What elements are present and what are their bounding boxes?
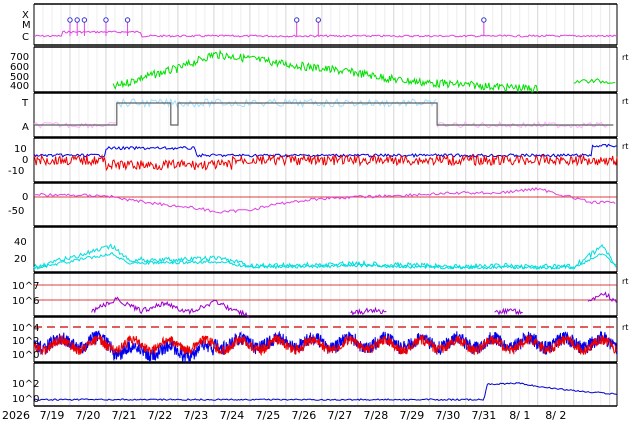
- sector-tick-a: A: [22, 122, 29, 133]
- right-marker-speed: rt: [622, 53, 628, 62]
- xray-tick-c: C: [22, 32, 29, 43]
- x-tick-label: 7/20: [76, 409, 101, 422]
- x-tick-label: 7/31: [471, 409, 496, 422]
- bfield-tick-0: 0: [22, 155, 28, 166]
- proton-tick-1e2: 10^2: [12, 336, 39, 347]
- right-marker-sector: rt: [622, 97, 628, 106]
- right-markers: rt rt rt rt rt: [622, 53, 628, 332]
- density-tick-40: 40: [14, 237, 27, 248]
- solar-wind-speed-line: [112, 49, 538, 94]
- x-axis: 2026 7/19 7/20 7/21 7/22 7/23 7/24 7/25 7/26 7/2…: [2, 409, 566, 422]
- flare-event-marker: [81, 17, 88, 23]
- flare-event-marker: [315, 17, 322, 23]
- electron-flux-line: [587, 291, 617, 303]
- highenergy-tick-1e0: 10^0: [12, 394, 39, 405]
- angle-line: [33, 186, 616, 214]
- panels: [33, 3, 618, 407]
- flare-event-marker: [481, 17, 487, 23]
- highenergy-tick-1e2: 10^2: [12, 379, 39, 390]
- flare-event-marker: [74, 17, 80, 23]
- density-tick-20: 20: [14, 254, 27, 265]
- y-tick-labels: X M C 700 600 500 400 T A 10 0 -10 0 -50…: [8, 10, 39, 405]
- speed-tick-400: 400: [10, 81, 29, 92]
- electron-flux-line: [350, 306, 387, 316]
- x-tick-label: 7/30: [436, 409, 461, 422]
- right-marker-proton: rt: [622, 323, 628, 332]
- flare-event-marker: [67, 17, 73, 23]
- x-tick-label: 7/25: [256, 409, 281, 422]
- x-tick-label: 7/19: [40, 409, 65, 422]
- x-tick-label: 8/ 1: [509, 409, 530, 422]
- electron-tick-1e7: 10^7: [12, 281, 39, 292]
- x-tick-label: 8/ 2: [545, 409, 566, 422]
- xray-flux-line: [33, 30, 618, 38]
- proton-tick-1e4: 10^4: [12, 323, 39, 334]
- bfield-tick-neg10: -10: [8, 166, 24, 177]
- x-tick-label: 7/29: [400, 409, 425, 422]
- bfield-tick-10: 10: [14, 144, 27, 155]
- x-tick-label: 7/22: [148, 409, 173, 422]
- flare-event-marker: [124, 17, 131, 23]
- x-tick-label: 7/28: [364, 409, 389, 422]
- x-tick-label: 7/21: [112, 409, 137, 422]
- high-energy-flux-line: [33, 382, 618, 401]
- x-tick-label: 7/27: [328, 409, 353, 422]
- flare-event-marker: [103, 17, 109, 23]
- bz-line: [33, 153, 618, 172]
- space-weather-chart: X M C 700 600 500 400 T A 10 0 -10 0 -50…: [2, 3, 628, 422]
- x-tick-label: 7/24: [220, 409, 245, 422]
- right-marker-bfield: rt: [622, 142, 628, 151]
- sector-tick-t: T: [21, 98, 29, 109]
- b-total-line: [33, 143, 617, 159]
- solar-wind-speed-line: [573, 78, 616, 84]
- angle-tick-neg50: -50: [8, 206, 24, 217]
- x-tick-label: 7/23: [184, 409, 209, 422]
- x-axis-year: 2026: [2, 409, 30, 422]
- flare-event-marker: [294, 17, 300, 23]
- electron-tick-1e6: 10^6: [12, 296, 39, 307]
- xray-tick-m: M: [22, 20, 31, 31]
- x-tick-label: 7/26: [292, 409, 317, 422]
- right-marker-electron: rt: [622, 277, 628, 286]
- angle-tick-0: 0: [22, 192, 28, 203]
- electron-flux-line: [494, 307, 523, 316]
- proton-tick-1e0: 10^0: [12, 350, 39, 361]
